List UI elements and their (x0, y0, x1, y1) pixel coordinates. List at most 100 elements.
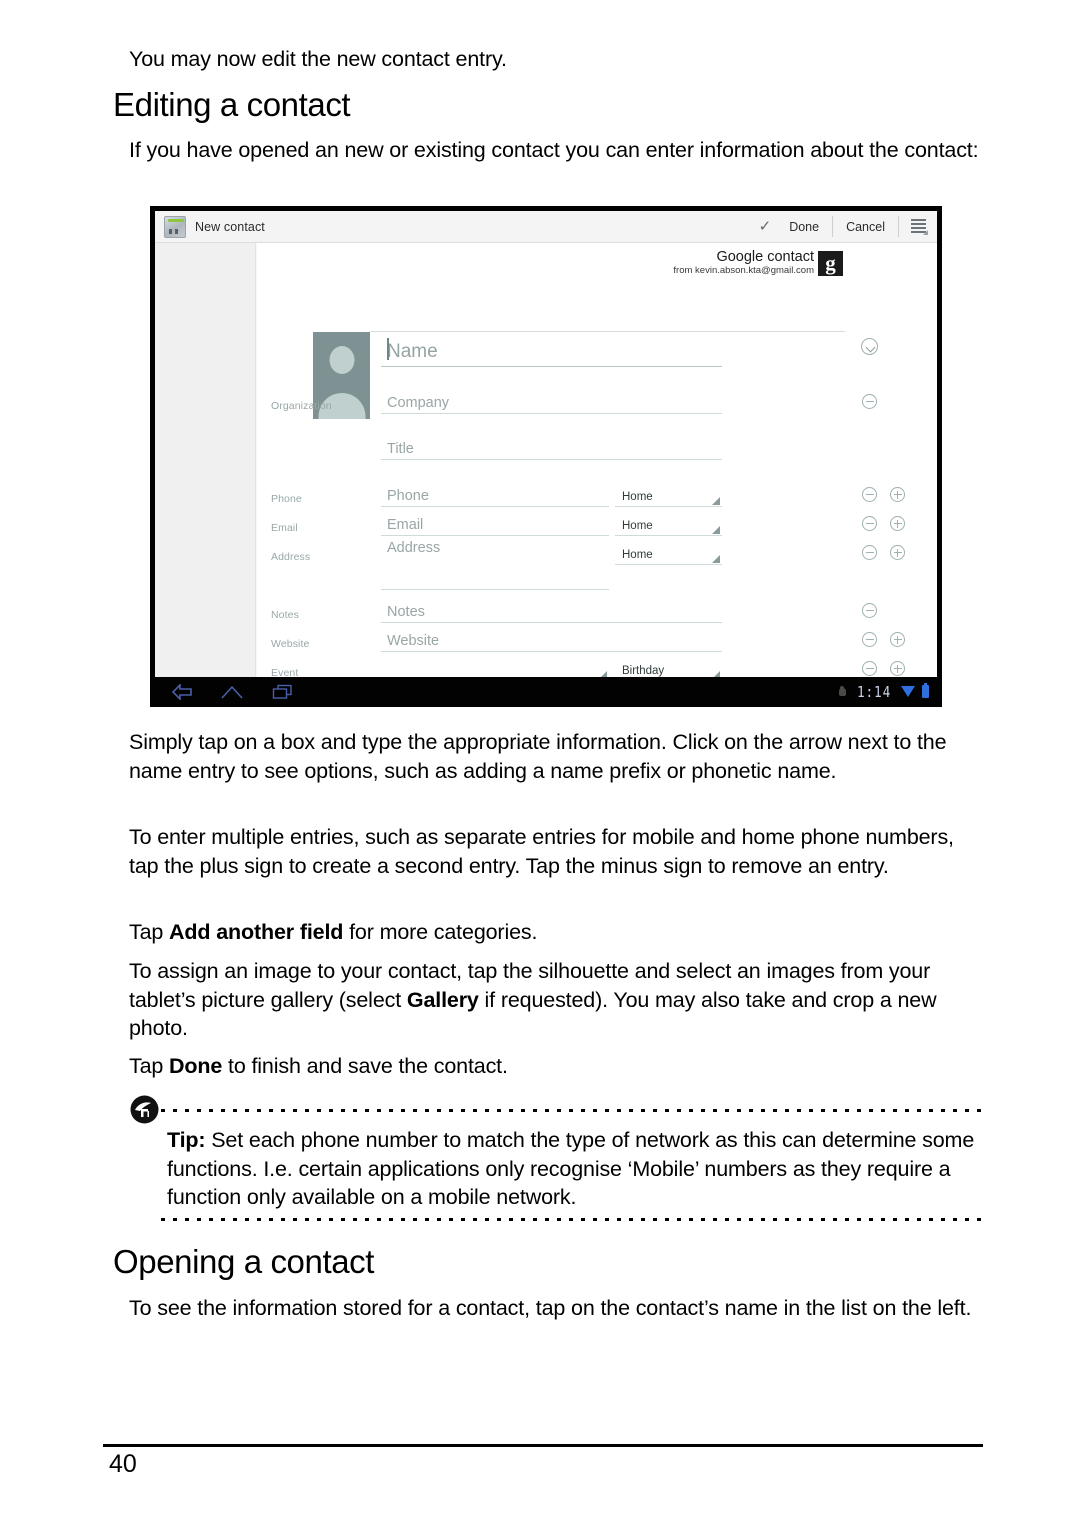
status-clock: 1:14 (856, 682, 891, 701)
notes-input[interactable]: Notes (381, 599, 722, 623)
remove-email-icon[interactable] (862, 516, 877, 531)
email-placeholder: Email (387, 517, 424, 533)
row-label-phone: Phone (271, 493, 302, 505)
remove-organization-icon[interactable] (862, 394, 877, 409)
account-email: from kevin.abson.kta@gmail.com (673, 265, 814, 276)
paragraph-assign-image: To assign an image to your contact, tap … (129, 957, 984, 1043)
name-input[interactable]: Name (381, 335, 722, 367)
row-label-organization: Organization (271, 400, 332, 412)
tip-label: Tip: (167, 1128, 206, 1152)
form-fields-area: Name Organization Company Title Phone Ph… (257, 288, 937, 677)
row-label-address: Address (271, 551, 311, 563)
add-phone-icon[interactable] (890, 487, 905, 502)
done-suffix: to finish and save the contact. (222, 1054, 508, 1078)
tablet-screen: New contact ✓ Done Cancel Google contact… (155, 211, 937, 677)
row-label-notes: Notes (271, 609, 299, 621)
email-input[interactable]: Email (381, 512, 609, 536)
editing-intro-paragraph: If you have opened an new or existing co… (129, 138, 979, 162)
tap-bold-add-field: Add another field (169, 920, 344, 944)
email-type-select[interactable]: Home (615, 512, 722, 536)
assign-bold-gallery: Gallery (406, 987, 479, 1012)
paragraph-tap-done: Tap Done to finish and save the contact. (129, 1052, 984, 1081)
account-text: Google contact from kevin.abson.kta@gmai… (673, 249, 814, 277)
back-icon[interactable] (171, 683, 193, 700)
email-type-value: Home (622, 520, 653, 532)
done-prefix: Tap (129, 1054, 170, 1078)
add-email-icon[interactable] (890, 516, 905, 531)
name-expand-chevron-down-icon[interactable] (861, 338, 878, 355)
cancel-button[interactable]: Cancel (833, 216, 898, 237)
section-heading-editing: Editing a contact (113, 86, 351, 123)
tip-body: Set each phone number to match the type … (167, 1128, 975, 1209)
phone-placeholder: Phone (387, 488, 429, 504)
title-input[interactable]: Title (381, 436, 722, 460)
left-empty-pane (155, 243, 256, 677)
page-number: 40 (109, 1450, 137, 1478)
intro-paragraph: You may now edit the new contact entry. (129, 47, 507, 71)
paragraph-simply-tap: Simply tap on a box and type the appropr… (129, 730, 947, 783)
silhouette-head (329, 346, 354, 374)
done-button[interactable]: Done (776, 216, 832, 237)
notes-placeholder: Notes (387, 604, 425, 620)
email-type-dropdown-icon[interactable] (712, 526, 720, 534)
title-placeholder: Title (387, 441, 414, 457)
tablet-screenshot-figure: New contact ✓ Done Cancel Google contact… (150, 206, 942, 707)
website-input[interactable]: Website (381, 628, 722, 652)
paragraph-add-another-field: Tap Add another field for more categorie… (129, 918, 984, 947)
tap-suffix: for more categories. (343, 920, 538, 944)
android-nav-bar: 1:14 (151, 677, 941, 706)
recent-apps-icon[interactable] (272, 684, 294, 700)
phone-type-select[interactable]: Home (615, 483, 722, 507)
contact-edit-form: Google contact from kevin.abson.kta@gmai… (257, 243, 937, 677)
footer-rule (103, 1444, 983, 1447)
website-placeholder: Website (387, 633, 440, 649)
phone-type-value: Home (622, 491, 653, 503)
section-heading-opening: Opening a contact (113, 1243, 375, 1280)
add-address-icon[interactable] (890, 545, 905, 560)
status-indicators: 1:14 (838, 683, 929, 701)
remove-address-icon[interactable] (862, 545, 877, 560)
overflow-menu-icon[interactable] (899, 211, 937, 242)
action-bar: New contact ✓ Done Cancel (155, 211, 937, 243)
address-type-value: Home (622, 549, 653, 561)
remove-phone-icon[interactable] (862, 487, 877, 502)
address-type-dropdown-icon[interactable] (712, 555, 720, 563)
event-type-value: Birthday (622, 665, 665, 677)
address-input[interactable]: Address (381, 537, 609, 590)
add-event-icon[interactable] (890, 661, 905, 676)
row-label-event: Event (271, 667, 299, 677)
phone-input[interactable]: Phone (381, 483, 609, 507)
done-bold: Done (169, 1054, 223, 1078)
wifi-icon[interactable] (901, 686, 915, 697)
tip-divider-top (161, 1109, 984, 1112)
remove-notes-icon[interactable] (862, 603, 877, 618)
contacts-app-icon (164, 215, 186, 238)
remove-event-icon[interactable] (862, 661, 877, 676)
menu-corner-glyph (923, 230, 928, 235)
battery-icon[interactable] (922, 683, 929, 698)
phone-type-dropdown-icon[interactable] (712, 497, 720, 505)
google-badge-icon: g (818, 250, 843, 276)
name-placeholder: Name (387, 341, 438, 362)
text-caret (387, 338, 389, 360)
event-type-select[interactable]: Birthday (615, 657, 722, 677)
action-bar-actions: ✓ Done Cancel (759, 211, 937, 242)
account-header[interactable]: Google contact from kevin.abson.kta@gmai… (673, 249, 843, 277)
add-website-icon[interactable] (890, 632, 905, 647)
remove-website-icon[interactable] (862, 632, 877, 647)
company-placeholder: Company (387, 395, 450, 411)
form-top-divider (370, 331, 845, 332)
company-input[interactable]: Company (381, 390, 722, 414)
paragraph-multiple-entries: To enter multiple entries, such as separ… (129, 825, 954, 878)
tip-text: Tip: Set each phone number to match the … (167, 1126, 977, 1212)
action-bar-title: New contact (195, 219, 265, 234)
debug-bug-icon (838, 686, 847, 697)
account-title: Google contact (716, 249, 814, 265)
event-date-input[interactable] (381, 657, 609, 677)
address-type-select[interactable]: Home (615, 541, 722, 565)
row-label-website: Website (271, 638, 310, 650)
manual-page: You may now edit the new contact entry. … (0, 0, 1080, 1529)
acer-logo-icon (129, 1094, 160, 1125)
home-icon[interactable] (220, 684, 244, 700)
opening-paragraph: To see the information stored for a cont… (129, 1296, 972, 1320)
